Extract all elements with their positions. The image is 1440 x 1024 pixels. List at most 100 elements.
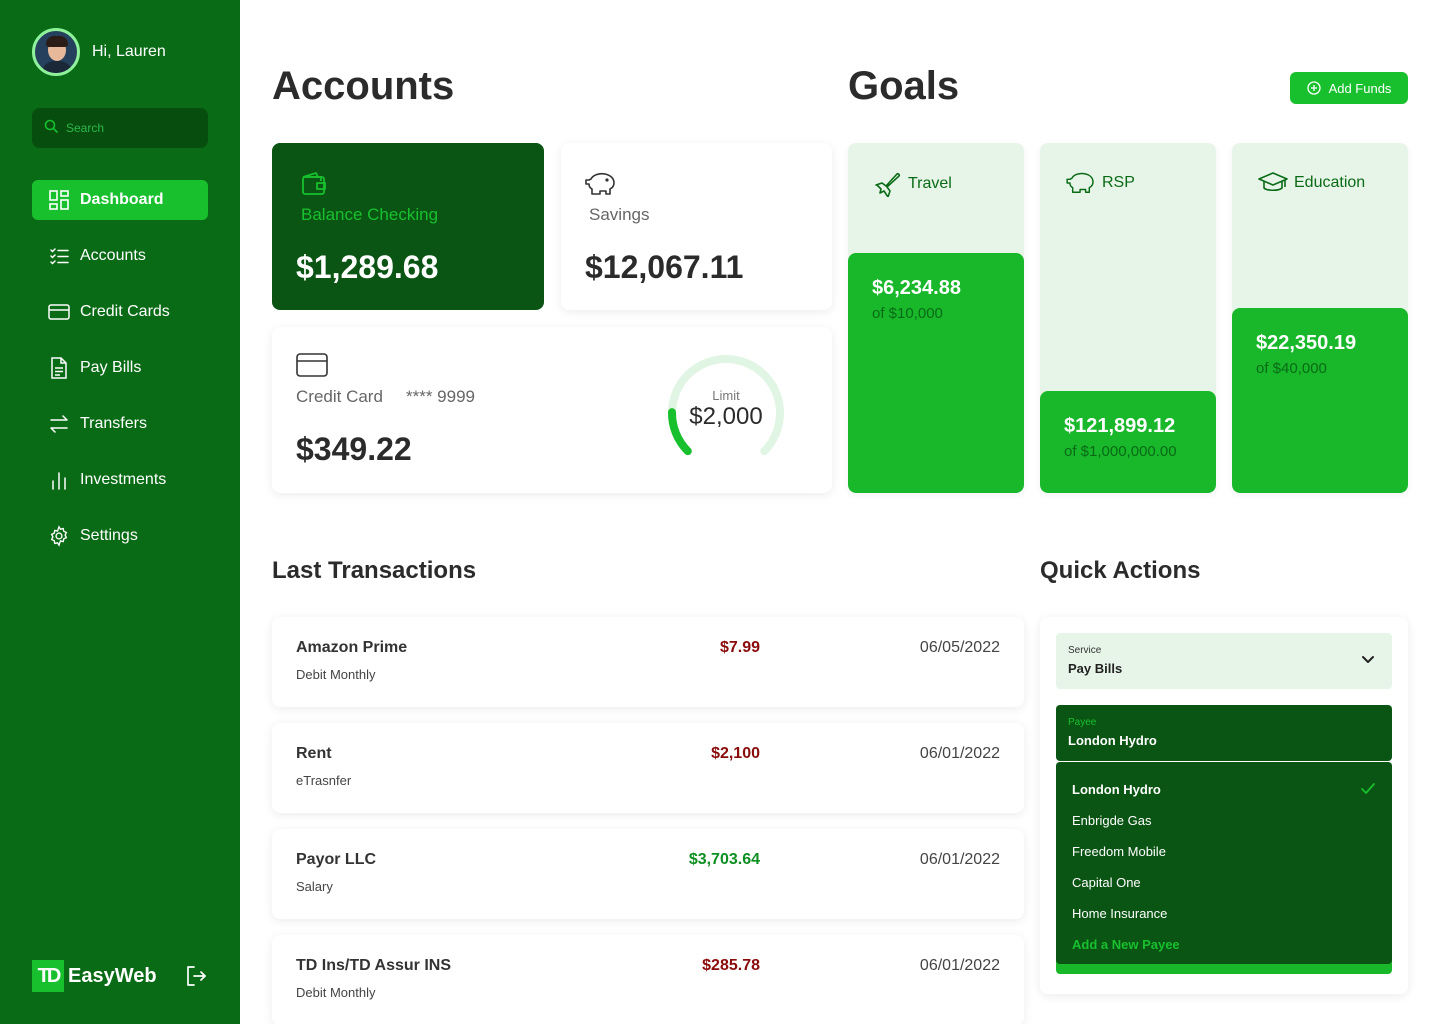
account-balance: $1,289.68 — [296, 249, 439, 285]
payee-option[interactable]: London Hydro — [1056, 774, 1392, 805]
brand[interactable]: TD EasyWeb — [32, 960, 157, 992]
payee-select[interactable]: Payee London Hydro — [1056, 705, 1392, 761]
sidebar-item-accounts[interactable]: Accounts — [32, 236, 208, 276]
plus-circle-icon — [1306, 81, 1321, 95]
sidebar-item-settings[interactable]: Settings — [32, 516, 208, 556]
payee-option-label: Capital One — [1072, 875, 1141, 890]
transaction-name: TD Ins/TD Assur INS — [296, 957, 451, 974]
credit-card-icon — [296, 353, 328, 382]
quick-actions-title: Quick Actions — [1040, 557, 1201, 584]
credit-limit-gauge: Limit $2,000 — [662, 355, 790, 465]
sidebar-item-label: Dashboard — [80, 191, 164, 208]
search-icon — [44, 119, 58, 138]
transaction-type: Debit Monthly — [296, 985, 376, 1000]
goal-progress-fill: $121,899.12 of $1,000,000.00 — [1040, 391, 1216, 493]
goals-title: Goals — [848, 64, 960, 108]
goal-amount: $6,234.88 — [872, 277, 961, 299]
limit-label: Limit — [712, 388, 740, 403]
payee-option-label: London Hydro — [1072, 782, 1161, 797]
goal-target: of $40,000 — [1256, 360, 1327, 377]
payee-dropdown: London Hydro Enbrigde Gas Freedom Mobile… — [1056, 762, 1392, 974]
table-row[interactable]: Payor LLC Salary $3,703.64 06/01/2022 — [272, 829, 1024, 919]
goal-name: RSP — [1102, 174, 1135, 191]
goal-title: RSP — [1066, 171, 1135, 195]
goal-amount: $121,899.12 — [1064, 415, 1176, 437]
table-row[interactable]: TD Ins/TD Assur INS Debit Monthly $285.7… — [272, 935, 1024, 1024]
wallet-icon — [300, 171, 328, 202]
profile[interactable]: Hi, Lauren — [32, 28, 166, 76]
add-funds-label: Add Funds — [1328, 80, 1392, 96]
sidebar-item-investments[interactable]: Investments — [32, 460, 208, 500]
graduation-cap-icon — [1258, 171, 1288, 195]
goal-card-education[interactable]: Education $22,350.19 of $40,000 — [1232, 143, 1408, 493]
transaction-date: 06/01/2022 — [919, 851, 1000, 868]
plane-icon — [874, 171, 902, 197]
table-row[interactable]: Rent eTrasnfer $2,100 06/01/2022 — [272, 723, 1024, 813]
sidebar-item-dashboard[interactable]: Dashboard — [32, 180, 208, 220]
account-label: Savings — [589, 205, 650, 224]
sidebar-item-pay-bills[interactable]: Pay Bills — [32, 348, 208, 388]
payee-option[interactable]: Enbrigde Gas — [1056, 805, 1392, 836]
payee-option[interactable]: Home Insurance — [1056, 898, 1392, 929]
quick-actions-panel: Service Pay Bills Payee London Hydro Lon… — [1040, 617, 1408, 994]
payee-option-label: Home Insurance — [1072, 906, 1168, 921]
payee-option-label: Enbrigde Gas — [1072, 813, 1152, 828]
add-funds-button[interactable]: Add Funds — [1290, 72, 1408, 104]
bar-chart-icon — [48, 469, 70, 491]
table-row[interactable]: Amazon Prime Debit Monthly $7.99 06/05/2… — [272, 617, 1024, 707]
payee-option-label: Freedom Mobile — [1072, 844, 1166, 859]
payee-option[interactable]: Freedom Mobile — [1056, 836, 1392, 867]
service-label: Service — [1068, 645, 1102, 656]
sidebar-item-label: Settings — [80, 527, 138, 544]
accounts-title: Accounts — [272, 64, 455, 108]
check-icon — [1360, 782, 1376, 799]
account-balance: $349.22 — [296, 431, 412, 467]
goal-card-travel[interactable]: Travel $6,234.88 of $10,000 — [848, 143, 1024, 493]
transaction-date: 06/01/2022 — [919, 957, 1000, 974]
sidebar-item-label: Accounts — [80, 247, 146, 264]
document-icon — [48, 357, 70, 379]
limit-value: $2,000 — [689, 403, 763, 430]
sidebar-item-label: Investments — [80, 471, 167, 488]
list-icon — [48, 245, 70, 267]
sidebar-item-credit-cards[interactable]: Credit Cards — [32, 292, 208, 332]
goal-progress-fill: $6,234.88 of $10,000 — [848, 253, 1024, 493]
balance-checking-card[interactable]: Balance Checking $1,289.68 — [272, 143, 544, 310]
goal-name: Education — [1294, 174, 1366, 191]
credit-card-summary[interactable]: Credit Card **** 9999 $349.22 Limit $2,0… — [272, 327, 832, 493]
avatar[interactable] — [32, 28, 80, 76]
goal-title: Education — [1258, 171, 1365, 195]
goal-card-rsp[interactable]: RSP $121,899.12 of $1,000,000.00 — [1040, 143, 1216, 493]
transaction-date: 06/05/2022 — [919, 639, 1000, 656]
transaction-name: Amazon Prime — [296, 639, 408, 656]
sidebar-nav: Dashboard Accounts Credit Cards Pay Bill… — [32, 180, 208, 572]
piggy-bank-icon — [585, 171, 617, 202]
card-number: **** 9999 — [406, 387, 476, 406]
logout-icon[interactable] — [184, 964, 208, 988]
goal-progress-fill: $22,350.19 of $40,000 — [1232, 308, 1408, 493]
dashboard-icon — [48, 189, 70, 211]
transaction-amount: $7.99 — [719, 639, 760, 656]
service-select[interactable]: Service Pay Bills — [1056, 633, 1392, 689]
transaction-amount: $3,703.64 — [688, 851, 760, 868]
account-balance: $12,067.11 — [585, 249, 744, 285]
goal-target: of $1,000,000.00 — [1064, 443, 1177, 460]
goal-target: of $10,000 — [872, 305, 943, 322]
search-input[interactable] — [66, 121, 196, 135]
td-logo: TD — [32, 960, 64, 992]
add-new-payee-label: Add a New Payee — [1072, 937, 1180, 952]
payee-value: London Hydro — [1068, 733, 1157, 748]
piggy-bank-icon — [1066, 171, 1096, 195]
transaction-amount: $285.78 — [702, 957, 760, 974]
brand-name: EasyWeb — [68, 964, 157, 987]
savings-card[interactable]: Savings $12,067.11 — [561, 143, 832, 310]
sidebar-item-transfers[interactable]: Transfers — [32, 404, 208, 444]
account-label: Credit Card — [296, 387, 383, 406]
transaction-date: 06/01/2022 — [919, 745, 1000, 762]
payee-option[interactable]: Capital One — [1056, 867, 1392, 898]
search-box[interactable] — [32, 108, 208, 148]
add-new-payee-link[interactable]: Add a New Payee — [1056, 929, 1392, 960]
transaction-type: eTrasnfer — [296, 773, 352, 788]
credit-card-icon — [48, 301, 70, 323]
account-label: Balance Checking — [301, 205, 439, 224]
